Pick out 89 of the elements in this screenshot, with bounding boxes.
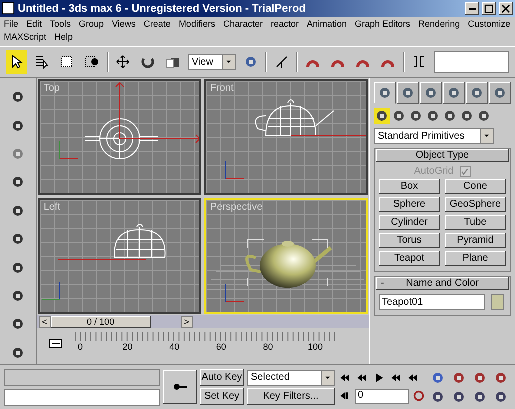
previous-frame-button[interactable]: < (38, 316, 51, 328)
move-icon (116, 55, 130, 69)
object-color-swatch[interactable] (491, 294, 504, 310)
maximize-icon (484, 4, 494, 14)
frame-number: 80 (263, 342, 274, 352)
viewport-label: Front (210, 83, 234, 94)
frame-number: 0 (78, 342, 83, 352)
menu-item[interactable]: Rendering (418, 18, 460, 30)
caret-icon (483, 132, 491, 140)
panel-tab[interactable] (489, 82, 511, 104)
menu-item[interactable]: MAXScript (4, 31, 47, 43)
panel-tab[interactable] (420, 82, 442, 104)
menu-item[interactable]: Edit (26, 18, 42, 30)
app-logo-icon (2, 2, 15, 15)
rollout-header[interactable]: - Name and Color (376, 277, 509, 290)
menu-item[interactable]: reactor (270, 18, 299, 30)
window-select-icon (84, 55, 99, 69)
panel-tab[interactable] (443, 82, 465, 104)
axis-tripod-icon (226, 160, 245, 180)
frame-number: 20 (122, 342, 133, 352)
go-to-start-icon (339, 372, 351, 384)
primitive-button[interactable]: Box (379, 179, 440, 194)
panel-tab[interactable] (374, 82, 396, 104)
axis-tripod-icon (41, 281, 60, 300)
cursor-icon (10, 55, 24, 69)
frame-number: 100 (308, 342, 324, 352)
menu-item[interactable]: Customize (468, 18, 511, 30)
primitive-button[interactable]: Sphere (379, 197, 440, 212)
caret-icon (225, 58, 234, 66)
named-selection-icon (412, 55, 426, 69)
axis-tripod-icon (226, 283, 245, 302)
menu-item[interactable]: Animation (306, 18, 348, 30)
primitive-button[interactable]: Plane (445, 251, 506, 266)
menu-item[interactable]: Group (79, 18, 104, 30)
list-select-icon (34, 55, 49, 69)
time-config-button[interactable] (412, 388, 426, 404)
primitive-button[interactable]: Tube (445, 215, 506, 230)
previous-frame-icon (356, 372, 368, 384)
time-slider-thumb[interactable]: 0 / 100 (50, 316, 151, 328)
rollout-header[interactable]: Object Type (376, 149, 509, 162)
primitive-button[interactable]: Pyramid (445, 233, 506, 248)
axis-tripod-icon (59, 140, 78, 160)
panel-tab[interactable] (397, 82, 419, 104)
key-mode-icon (339, 390, 351, 402)
tool-button[interactable] (6, 50, 28, 74)
menu-item[interactable]: Create (144, 18, 171, 30)
menu-item[interactable]: Help (54, 31, 74, 43)
primitive-button[interactable]: Cone (445, 179, 506, 194)
prompt-field[interactable] (4, 388, 160, 406)
primitive-button[interactable]: Teapot (379, 251, 440, 266)
teapot-wireframe-drawing (114, 224, 166, 258)
curve-editor-icon (48, 337, 63, 352)
menu-item[interactable]: Character (223, 18, 263, 30)
minimize-button[interactable] (465, 2, 479, 15)
frame-number: 60 (216, 342, 226, 352)
minimize-icon (468, 8, 476, 10)
next-frame-button[interactable]: > (180, 316, 193, 328)
object-category-dropdown[interactable]: Standard Primitives (374, 128, 494, 144)
panel-tab[interactable] (466, 82, 488, 104)
maximize-button[interactable] (482, 2, 496, 15)
frame-number: 40 (170, 342, 180, 352)
rectangle-select-icon (60, 55, 74, 69)
primitive-button[interactable]: Torus (379, 233, 440, 248)
checkmark-icon (461, 168, 470, 176)
autogrid-label: AutoGrid (414, 166, 454, 177)
object-name-field[interactable]: Teapot01 (379, 294, 485, 310)
key-filters-button[interactable]: Key Filters... (247, 388, 335, 404)
axis-constraint-icon (274, 55, 289, 69)
window-title: Untitled - 3ds max 6 - Unregistered Version - TrialPerod (18, 2, 307, 14)
close-icon (501, 4, 511, 14)
set-key-button[interactable]: Set Key (200, 388, 244, 405)
primitive-button[interactable]: Cylinder (379, 215, 440, 230)
menu-item[interactable]: Tools (50, 18, 72, 30)
auto-key-button[interactable]: Auto Key (200, 369, 244, 386)
viewport-label: Left (44, 202, 60, 213)
current-frame-field[interactable]: 0 (355, 388, 409, 404)
viewport-label: Perspective (210, 202, 263, 213)
scale-icon (166, 55, 180, 69)
named-selection-field[interactable] (434, 51, 510, 73)
close-button[interactable] (499, 2, 513, 15)
menu-item[interactable]: Graph Editors (355, 18, 411, 30)
coordinate-system-dropdown[interactable]: View (188, 54, 236, 70)
set-key-button[interactable] (163, 370, 197, 404)
menu-item[interactable]: File (4, 18, 19, 30)
primitive-button[interactable]: GeoSphere (445, 197, 506, 212)
menu-item[interactable]: Views (112, 18, 136, 30)
menu-item[interactable]: Modifiers (178, 18, 216, 30)
viewport-label: Top (44, 83, 60, 94)
key-selection-dropdown[interactable]: Selected (247, 370, 335, 386)
